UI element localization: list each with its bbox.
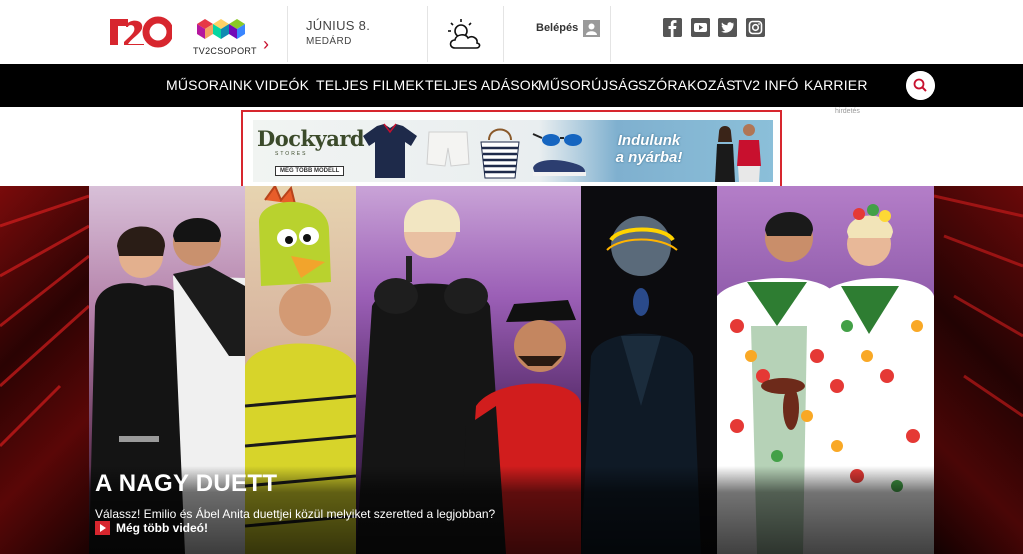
divider xyxy=(503,6,504,62)
ad-more-button[interactable]: MÉG TÖBB MODELL xyxy=(275,166,345,176)
ad-creative[interactable]: Dockyard STORES MÉG TÖBB MODELL Indulunk… xyxy=(253,120,773,182)
nav-item-karrier[interactable]: KARRIER xyxy=(804,77,868,93)
divider xyxy=(610,6,611,62)
ad-brand: Dockyard xyxy=(257,126,365,151)
login-label: Belépés xyxy=(536,22,579,34)
tv2-logo[interactable] xyxy=(110,14,172,50)
nav-item-musorujsag[interactable]: MŰSORÚJSÁG xyxy=(538,77,639,93)
search-icon[interactable] xyxy=(906,71,935,100)
login-button[interactable]: Belépés xyxy=(536,19,601,37)
group-logo-label: TV2CSOPORT xyxy=(193,46,257,56)
ad-brand-sub: STORES xyxy=(275,151,308,157)
nav-item-tv2-info[interactable]: TV2 INFÓ xyxy=(734,77,799,93)
more-videos-link[interactable]: Még több videó! xyxy=(95,521,208,535)
nav-item-videok[interactable]: VIDEÓK xyxy=(255,77,309,93)
nav-item-teljes-adasok[interactable]: TELJES ADÁSOK xyxy=(425,77,540,93)
more-videos-label: Még több videó! xyxy=(116,521,208,535)
ad-headline-line1: Indulunk xyxy=(617,132,681,149)
colored-cubes-icon xyxy=(197,19,245,39)
ad-headline: Indulunk a nyárba! xyxy=(599,132,699,166)
facebook-icon[interactable] xyxy=(663,18,682,37)
nameday: MEDÁRD xyxy=(306,36,352,47)
instagram-icon[interactable] xyxy=(746,18,765,37)
ad-banner[interactable]: Dockyard STORES MÉG TÖBB MODELL Indulunk… xyxy=(241,110,782,190)
hero-subtitle[interactable]: Válassz! Emilio és Ábel Anita duettjei k… xyxy=(95,507,495,521)
divider xyxy=(287,6,288,62)
main-navigation: MŰSORAINK VIDEÓK TELJES FILMEK TELJES AD… xyxy=(0,64,1023,107)
shorts-image xyxy=(426,131,470,167)
stage-lights-decor xyxy=(0,194,91,448)
date-nameday: JÚNIUS 8. MEDÁRD xyxy=(306,18,370,47)
twitter-icon[interactable] xyxy=(718,18,737,37)
polo-shirt-image xyxy=(363,123,417,178)
sunglasses-shoes-image xyxy=(532,133,586,176)
couple-image xyxy=(715,124,761,182)
play-icon xyxy=(95,521,110,535)
top-header: TV2CSOPORT › JÚNIUS 8. MEDÁRD Belépés xyxy=(0,0,1023,64)
current-date: JÚNIUS 8. xyxy=(306,18,371,33)
nav-item-musoraink[interactable]: MŰSORAINK xyxy=(166,77,253,93)
ad-label: hirdetés xyxy=(835,108,860,115)
chevron-right-icon[interactable]: › xyxy=(263,35,275,53)
nav-item-szorakozas[interactable]: SZÓRAKOZÁS xyxy=(638,77,736,93)
stage-lights-decor xyxy=(933,194,1023,418)
youtube-icon[interactable] xyxy=(691,18,710,37)
ad-headline-line2: a nyárba! xyxy=(615,149,683,166)
partly-cloudy-icon[interactable] xyxy=(446,18,482,52)
stage-background-left xyxy=(0,186,91,554)
beach-bag-image xyxy=(480,128,520,179)
stage-background-right xyxy=(933,186,1023,554)
user-icon xyxy=(583,19,601,37)
divider xyxy=(427,6,428,62)
hero-title[interactable]: A NAGY DUETT xyxy=(95,470,277,498)
nav-item-teljes-filmek[interactable]: TELJES FILMEK xyxy=(316,77,424,93)
tv2-group-logo[interactable]: TV2CSOPORT xyxy=(193,16,257,58)
hero-feature[interactable] xyxy=(0,186,1023,554)
